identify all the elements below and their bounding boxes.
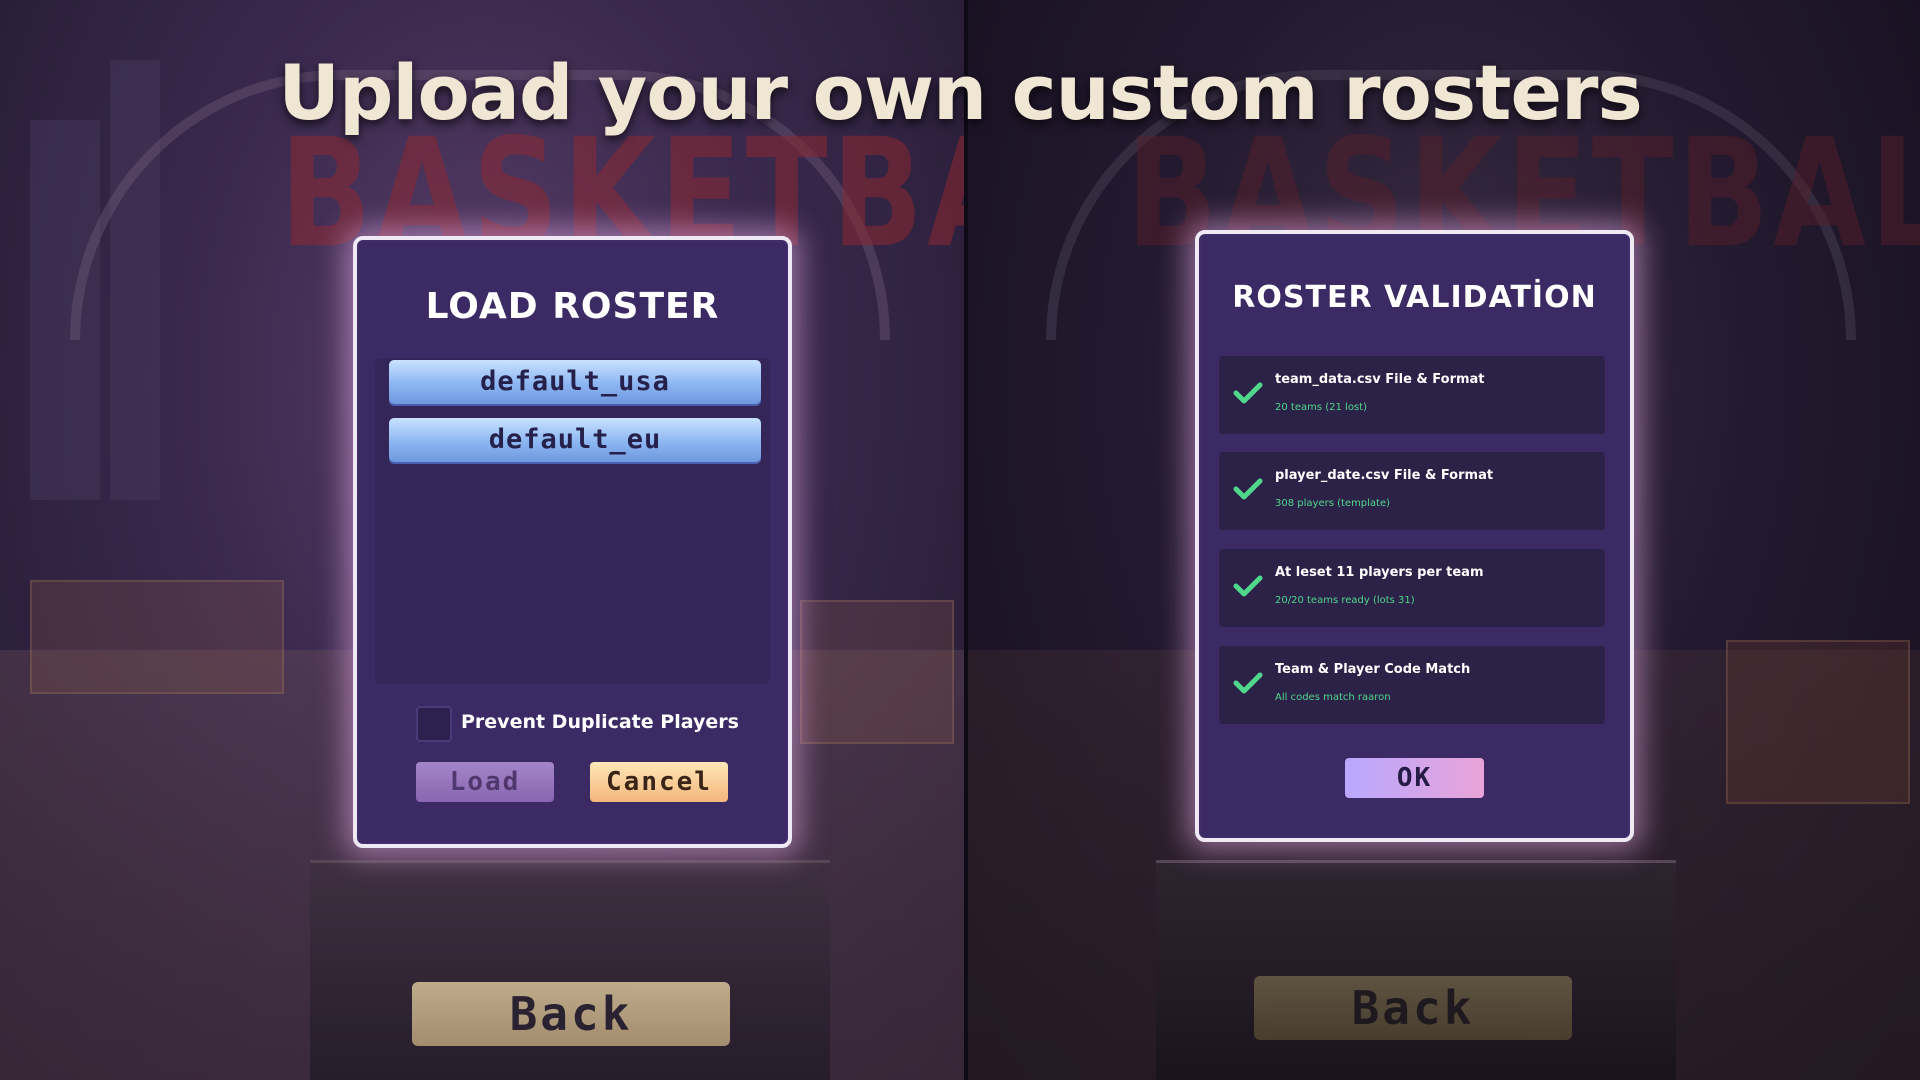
pedestal bbox=[1156, 860, 1676, 1080]
prevent-duplicates-label: Prevent Duplicate Players bbox=[461, 711, 739, 733]
validation-title: Team & Player Code Match bbox=[1275, 662, 1471, 677]
validation-row: Team & Player Code Match All codes match… bbox=[1219, 646, 1605, 724]
dialog-title: ROSTER VALIDATİON bbox=[1232, 280, 1597, 315]
load-button[interactable]: Load bbox=[416, 762, 554, 802]
garden-area bbox=[30, 580, 284, 694]
back-button[interactable]: Back bbox=[412, 982, 730, 1046]
checkmark-icon bbox=[1233, 672, 1263, 694]
court-area bbox=[800, 600, 954, 744]
headline: Upload your own custom rosters bbox=[278, 48, 1642, 137]
validation-row: player_date.csv File & Format 308 player… bbox=[1219, 452, 1605, 530]
checkmark-icon bbox=[1233, 382, 1263, 404]
validation-row: At leset 11 players per team 20/20 teams… bbox=[1219, 549, 1605, 627]
checkmark-icon bbox=[1233, 478, 1263, 500]
validation-detail: 20 teams (21 lost) bbox=[1275, 402, 1367, 413]
roster-list: default_usa default_eu bbox=[375, 358, 770, 684]
cancel-button[interactable]: Cancel bbox=[590, 762, 728, 802]
validation-title: team_data.csv File & Format bbox=[1275, 372, 1485, 387]
roster-item-default-eu[interactable]: default_eu bbox=[389, 418, 761, 462]
checkmark-icon bbox=[1233, 575, 1263, 597]
dialog-title: LOAD ROSTER bbox=[425, 286, 720, 327]
validation-detail: All codes match raaron bbox=[1275, 692, 1391, 703]
validation-title: At leset 11 players per team bbox=[1275, 565, 1484, 580]
validation-row: team_data.csv File & Format 20 teams (21… bbox=[1219, 356, 1605, 434]
validation-detail: 308 players (template) bbox=[1275, 498, 1391, 509]
ok-button[interactable]: OK bbox=[1345, 758, 1484, 798]
prevent-duplicates-checkbox[interactable] bbox=[416, 706, 452, 742]
validation-title: player_date.csv File & Format bbox=[1275, 468, 1494, 483]
split-divider bbox=[964, 0, 968, 1080]
roster-validation-dialog: ROSTER VALIDATİON team_data.csv File & F… bbox=[1195, 230, 1634, 842]
back-button[interactable]: Back bbox=[1254, 976, 1572, 1040]
pedestal bbox=[310, 860, 830, 1080]
load-roster-dialog: LOAD ROSTER default_usa default_eu Preve… bbox=[353, 236, 792, 848]
court-area bbox=[1726, 640, 1910, 804]
validation-detail: 20/20 teams ready (lots 31) bbox=[1275, 595, 1415, 606]
roster-item-default-usa[interactable]: default_usa bbox=[389, 360, 761, 404]
